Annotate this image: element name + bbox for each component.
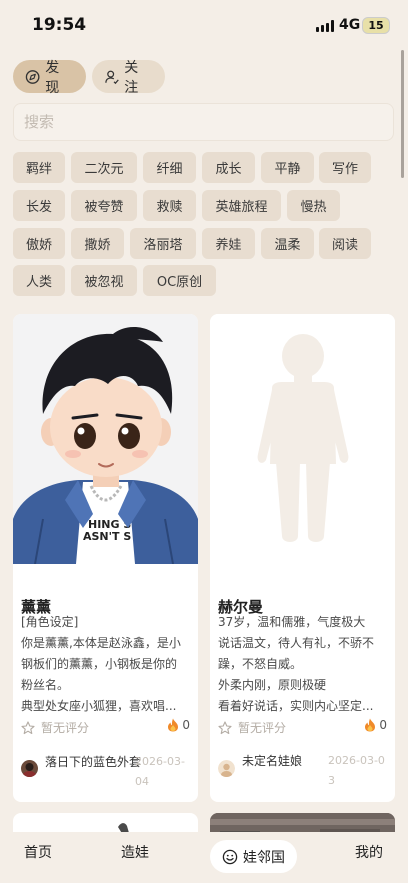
rating-text: 暂无评分: [238, 721, 287, 735]
star-icon: [218, 720, 232, 734]
bottom-nav: 首页 造娃 娃邻国 我的: [0, 832, 408, 883]
nav-profile[interactable]: 我的: [355, 842, 383, 862]
nav-home[interactable]: 首页: [24, 842, 52, 862]
nav-create[interactable]: 造娃: [121, 842, 149, 862]
tab-follow-label: 关注: [124, 59, 139, 96]
description-line: 说话温文，待人有礼，不骄不: [218, 636, 375, 650]
search-input[interactable]: [24, 113, 383, 131]
description-line: 外柔内刚，原则极硬: [218, 678, 327, 692]
svg-text:ASN'T S: ASN'T S: [83, 530, 131, 543]
tag-item[interactable]: 傲娇: [13, 228, 65, 259]
rating: 暂无评分: [218, 719, 286, 736]
tag-item[interactable]: 成长: [202, 152, 255, 183]
search-box[interactable]: [13, 103, 394, 141]
status-bar: 19:54 4G 15: [0, 0, 408, 50]
tag-item[interactable]: 撒娇: [71, 228, 124, 259]
fire-icon: [168, 718, 179, 732]
nav-neighbors-label: 娃邻国: [243, 849, 285, 866]
tag-item[interactable]: 温柔: [261, 228, 314, 259]
description-line: 钢板们的薰薰，小钢板是你的: [21, 657, 178, 671]
compass-icon: [25, 69, 40, 84]
tag-item[interactable]: OC原创: [143, 265, 216, 296]
tag-item[interactable]: 被忽视: [71, 265, 137, 296]
tag-item[interactable]: 阅读: [319, 228, 371, 259]
character-image: [210, 314, 395, 564]
network-type: 4G: [339, 17, 361, 33]
tab-discover-label: 发现: [45, 59, 60, 96]
character-card[interactable]: 赫尔曼 37岁，温和儒雅，气度极大 说话温文，待人有礼，不骄不 躁，不怒自威。 …: [210, 314, 395, 802]
description-line: 你是薰薰,本体是赵泳鑫，是小: [21, 636, 181, 650]
nav-neighbors[interactable]: 娃邻国: [210, 840, 297, 873]
description-line: 看着好说话，实则内心坚定...: [218, 699, 374, 713]
status-time: 19:54: [32, 15, 87, 35]
heat-value: 0: [182, 718, 190, 732]
author-name[interactable]: 未定名娃娘: [242, 751, 342, 771]
tag-item[interactable]: 二次元: [71, 152, 137, 183]
heat-count: 0: [364, 718, 387, 732]
author-avatar[interactable]: [218, 760, 235, 777]
post-date: 2026-03-03: [328, 754, 385, 787]
battery-icon: 15: [362, 17, 390, 34]
tag-item[interactable]: 长发: [13, 190, 65, 221]
rating: 暂无评分: [21, 719, 89, 736]
character-description: [角色设定] 你是薰薰,本体是赵泳鑫，是小 钢板们的薰薰，小钢板是你的 粉丝名。…: [21, 612, 193, 717]
tab-follow[interactable]: 关注: [92, 60, 165, 96]
tag-item[interactable]: 写作: [319, 152, 371, 183]
character-image: HING S ASN'T S: [13, 314, 198, 564]
rating-text: 暂无评分: [41, 721, 90, 735]
tag-item[interactable]: 纤细: [143, 152, 196, 183]
description-line: [角色设定]: [21, 615, 79, 629]
star-icon: [21, 720, 35, 734]
tag-item[interactable]: 人类: [13, 265, 65, 296]
description-line: 典型处女座小狐狸，喜欢唱...: [21, 699, 177, 713]
tag-item[interactable]: 洛丽塔: [130, 228, 196, 259]
person-follow-icon: [105, 70, 119, 84]
author-name[interactable]: 落日下的蓝色外套: [45, 752, 145, 772]
scrollbar[interactable]: [401, 50, 404, 178]
post-date: 2026-03-04: [135, 755, 185, 788]
tag-item[interactable]: 养娃: [202, 228, 255, 259]
author-avatar[interactable]: [21, 760, 38, 777]
tag-item[interactable]: 英雄旅程: [202, 190, 281, 221]
smiley-icon: [222, 849, 238, 864]
signal-icon: [316, 20, 334, 32]
description-line: 粉丝名。: [21, 678, 70, 692]
character-description: 37岁，温和儒雅，气度极大 说话温文，待人有礼，不骄不 躁，不怒自威。 外柔内刚…: [218, 612, 390, 717]
description-line: 躁，不怒自威。: [218, 657, 303, 671]
heat-count: 0: [167, 718, 190, 732]
heat-value: 0: [379, 718, 387, 732]
description-line: 37岁，温和儒雅，气度极大: [218, 615, 366, 629]
character-card[interactable]: HING S ASN'T S 薰薰 [角色设定] 你是薰薰,本体是赵泳鑫，是小 …: [13, 314, 198, 802]
tag-item[interactable]: 慢热: [287, 190, 340, 221]
tag-item[interactable]: 被夸赞: [71, 190, 137, 221]
fire-icon: [365, 718, 376, 732]
tab-discover[interactable]: 发现: [13, 60, 86, 96]
tag-item[interactable]: 救赎: [143, 190, 196, 221]
tag-item[interactable]: 羁绊: [13, 152, 65, 183]
tag-item[interactable]: 平静: [261, 152, 314, 183]
